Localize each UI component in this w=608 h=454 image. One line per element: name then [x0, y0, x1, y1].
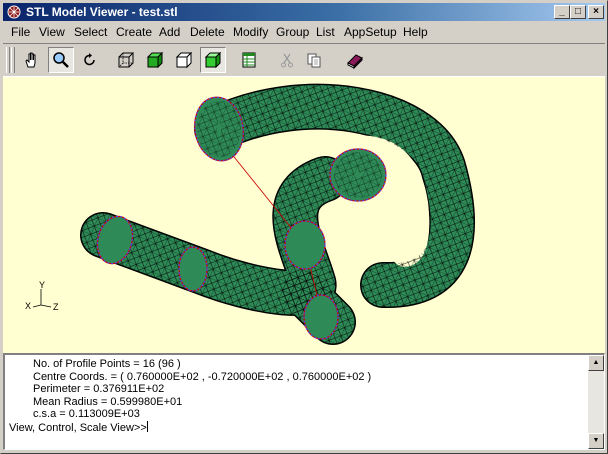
menu-list[interactable]: List	[316, 25, 335, 39]
close-button[interactable]: ×	[588, 5, 604, 19]
solid-view-button[interactable]	[200, 47, 226, 73]
menu-select[interactable]: Select	[74, 25, 107, 39]
window-title: STL Model Viewer - test.stl	[26, 5, 178, 19]
zoom-tool-button[interactable]	[48, 47, 74, 73]
menu-delete[interactable]: Delete	[190, 25, 225, 39]
solid-cube-icon	[204, 51, 222, 69]
cut-icon	[281, 53, 293, 68]
axis-x-label: X	[25, 301, 31, 311]
console-line-centre-coords: Centre Coords. = ( 0.760000E+02 , -0.720…	[33, 370, 372, 383]
maximize-icon: □	[574, 6, 582, 17]
menu-group[interactable]: Group	[276, 25, 309, 39]
app-icon	[7, 5, 21, 19]
toolbar-grip-2	[11, 47, 15, 73]
axis-triad	[32, 289, 52, 308]
rotate-icon	[84, 53, 95, 66]
console-scrollbar[interactable]: ▲ ▼	[588, 355, 604, 449]
axis-z-label: Z	[53, 302, 59, 312]
menu-modify[interactable]: Modify	[233, 25, 268, 39]
console-line-perimeter: Perimeter = 0.376911E+02	[33, 383, 165, 395]
wireframe-cube-icon	[118, 52, 135, 68]
stl-model-render: Y X Z	[25, 83, 476, 345]
model-viewport[interactable]: Y X Z	[3, 77, 605, 353]
menu-add[interactable]: Add	[159, 25, 180, 39]
console-output[interactable]: No. of Profile Points = 16 (96 ) Centre …	[3, 353, 605, 450]
minimize-button[interactable]: _	[554, 5, 570, 19]
hidden-line-view-button[interactable]	[171, 47, 197, 73]
app-window: STL Model Viewer - test.stl _ □ × File V…	[0, 0, 608, 454]
toolbar-grip[interactable]	[6, 47, 10, 73]
scroll-up-button[interactable]: ▲	[588, 355, 604, 371]
menu-help[interactable]: Help	[403, 25, 428, 39]
rotate-tool-button[interactable]	[77, 47, 103, 73]
console-line-profile-points: No. of Profile Points = 16 (96 )	[33, 358, 181, 370]
wireframe-view-button[interactable]	[113, 47, 139, 73]
menu-create[interactable]: Create	[116, 25, 152, 39]
menu-appsetup[interactable]: AppSetup	[344, 25, 397, 39]
magnifier-zoom-icon	[53, 52, 69, 68]
command-prompt-line[interactable]: View, Control, Scale View>>	[9, 420, 585, 435]
copy-icon	[307, 53, 321, 68]
close-icon: ×	[593, 6, 599, 17]
title-bar[interactable]: STL Model Viewer - test.stl _ □ ×	[3, 3, 605, 21]
minimize-icon: _	[559, 6, 565, 17]
console-line-csa: c.s.a = 0.113009E+03	[33, 408, 140, 420]
menu-file[interactable]: File	[11, 25, 30, 39]
book-help-icon	[347, 54, 363, 70]
maximize-button[interactable]: □	[570, 5, 586, 19]
scroll-down-arrow-icon: ▼	[592, 437, 600, 444]
scroll-up-arrow-icon: ▲	[592, 359, 600, 366]
hidden-line-cube-icon	[175, 51, 193, 69]
copy-button[interactable]	[301, 47, 327, 73]
spreadsheet-icon	[242, 52, 256, 68]
spreadsheet-button[interactable]	[236, 47, 262, 73]
console-line-mean-radius: Mean Radius = 0.599980E+01	[33, 395, 183, 408]
shaded-cube-icon	[146, 51, 164, 69]
menu-view[interactable]: View	[39, 25, 65, 39]
shaded-view-button[interactable]	[142, 47, 168, 73]
scroll-down-button[interactable]: ▼	[588, 433, 604, 449]
command-prompt: View, Control, Scale View>>	[9, 421, 147, 434]
help-book-button[interactable]	[342, 47, 368, 73]
menu-bar: File View Select Create Add Delete Modif…	[3, 23, 605, 42]
toolbar	[3, 43, 605, 77]
pan-tool-button[interactable]	[19, 47, 45, 73]
axis-y-label: Y	[39, 280, 45, 290]
hand-pan-icon	[25, 52, 36, 68]
cut-button[interactable]	[274, 47, 300, 73]
text-caret	[146, 420, 148, 432]
